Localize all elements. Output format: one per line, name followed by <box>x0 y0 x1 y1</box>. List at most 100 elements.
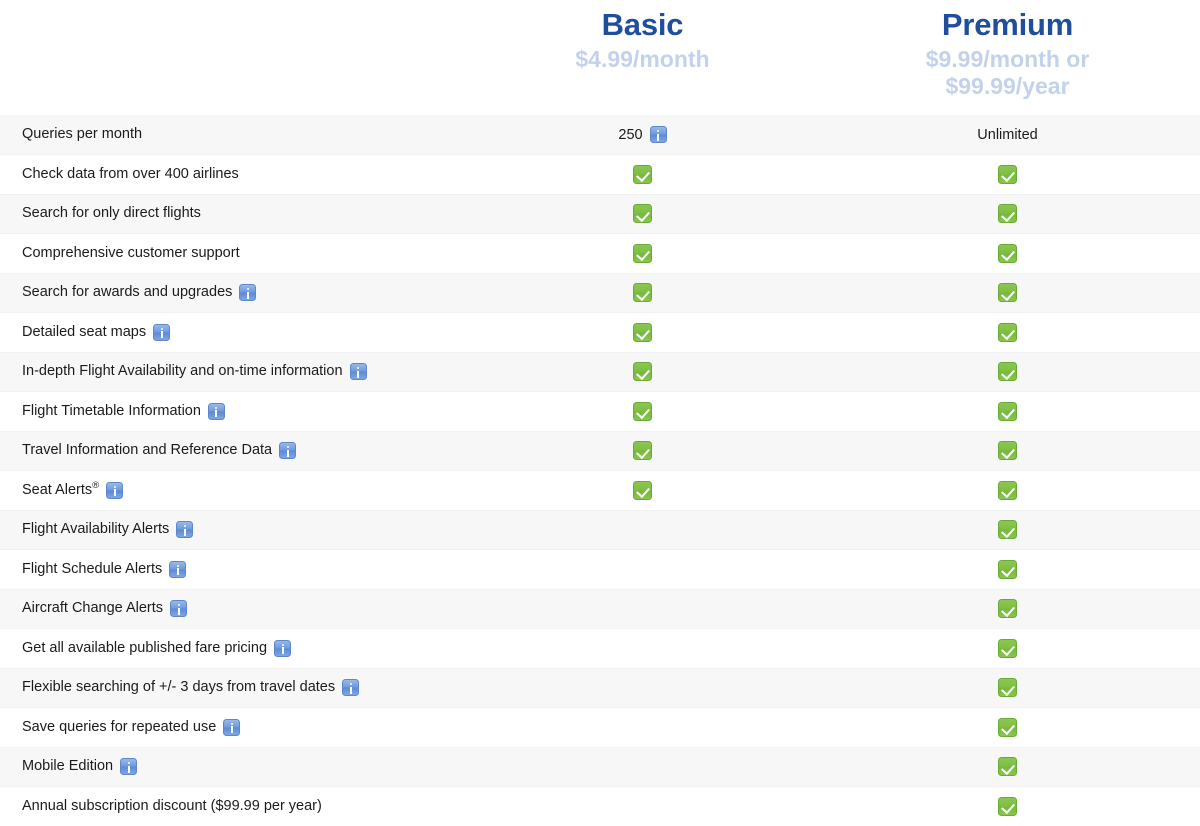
info-icon[interactable] <box>350 363 367 380</box>
table-row: Aircraft Change Alerts <box>0 590 1200 630</box>
info-icon[interactable] <box>650 126 667 143</box>
table-row: Flight Availability Alerts <box>0 511 1200 551</box>
basic-plan-cell: 250 <box>470 115 815 154</box>
table-row: Flight Schedule Alerts <box>0 550 1200 590</box>
info-icon[interactable] <box>208 403 225 420</box>
table-row: Comprehensive customer support <box>0 234 1200 274</box>
table-row: Detailed seat maps <box>0 313 1200 353</box>
info-icon[interactable] <box>342 679 359 696</box>
premium-plan-cell <box>815 432 1200 471</box>
basic-plan-cell <box>470 313 815 352</box>
feature-label-cell: Annual subscription discount ($99.99 per… <box>0 798 470 815</box>
basic-plan-cell <box>470 669 815 708</box>
feature-label: In-depth Flight Availability and on-time… <box>22 363 343 380</box>
premium-plan-cell <box>815 392 1200 431</box>
feature-label-cell: Mobile Edition <box>0 758 470 775</box>
check-icon <box>633 244 652 263</box>
feature-label-cell: Flight Availability Alerts <box>0 521 470 538</box>
check-icon <box>998 599 1017 618</box>
info-icon[interactable] <box>153 324 170 341</box>
feature-label-cell: In-depth Flight Availability and on-time… <box>0 363 470 380</box>
feature-label-cell: Search for awards and upgrades <box>0 284 470 301</box>
feature-label: Queries per month <box>22 126 142 143</box>
info-icon[interactable] <box>223 719 240 736</box>
info-icon[interactable] <box>170 600 187 617</box>
check-icon <box>998 520 1017 539</box>
check-icon <box>633 441 652 460</box>
basic-plan-cell <box>470 432 815 471</box>
plan-price-premium-line1: $9.99/month or <box>815 46 1200 73</box>
table-row: Seat Alerts® <box>0 471 1200 511</box>
check-icon <box>998 204 1017 223</box>
premium-plan-cell <box>815 234 1200 273</box>
header-plan-premium: Premium $9.99/month or $99.99/year <box>815 0 1200 100</box>
check-icon <box>998 244 1017 263</box>
feature-label-cell: Search for only direct flights <box>0 205 470 222</box>
info-icon[interactable] <box>169 561 186 578</box>
registered-trademark-symbol: ® <box>92 480 99 491</box>
feature-label-cell: Check data from over 400 airlines <box>0 166 470 183</box>
premium-plan-cell <box>815 629 1200 668</box>
plan-price-premium: $9.99/month or $99.99/year <box>815 46 1200 100</box>
basic-plan-cell <box>470 748 815 787</box>
premium-plan-cell: Unlimited <box>815 115 1200 154</box>
table-row: Mobile Edition <box>0 748 1200 788</box>
plan-name-basic: Basic <box>470 8 815 43</box>
plan-price-basic: $4.99/month <box>470 46 815 73</box>
basic-plan-cell <box>470 471 815 510</box>
feature-label: Search for awards and upgrades <box>22 284 232 301</box>
check-icon <box>998 797 1017 816</box>
table-row: Search for only direct flights <box>0 195 1200 235</box>
feature-label-cell: Queries per month <box>0 126 470 143</box>
table-header: Basic $4.99/month Premium $9.99/month or… <box>0 0 1200 115</box>
basic-plan-cell <box>470 629 815 668</box>
info-icon[interactable] <box>279 442 296 459</box>
pricing-comparison-page: Basic $4.99/month Premium $9.99/month or… <box>0 0 1200 826</box>
feature-label: Mobile Edition <box>22 758 113 775</box>
feature-label: Flight Availability Alerts <box>22 521 169 538</box>
check-icon <box>633 481 652 500</box>
table-row: Save queries for repeated use <box>0 708 1200 748</box>
check-icon <box>633 165 652 184</box>
premium-plan-cell <box>815 748 1200 787</box>
plan-name-premium: Premium <box>815 8 1200 43</box>
check-icon <box>998 362 1017 381</box>
basic-plan-cell <box>470 195 815 234</box>
premium-plan-cell <box>815 155 1200 194</box>
info-icon[interactable] <box>120 758 137 775</box>
feature-label: Search for only direct flights <box>22 205 201 222</box>
feature-label-cell: Seat Alerts® <box>0 482 470 499</box>
feature-label-cell: Flexible searching of +/- 3 days from tr… <box>0 679 470 696</box>
info-icon[interactable] <box>239 284 256 301</box>
feature-label: Save queries for repeated use <box>22 719 216 736</box>
premium-plan-cell <box>815 708 1200 747</box>
header-plan-basic: Basic $4.99/month <box>470 0 815 73</box>
feature-label: Aircraft Change Alerts <box>22 600 163 617</box>
basic-plan-value: 250 <box>618 127 642 143</box>
premium-plan-cell <box>815 669 1200 708</box>
premium-plan-value: Unlimited <box>977 127 1037 143</box>
info-icon[interactable] <box>176 521 193 538</box>
feature-label: Flight Schedule Alerts <box>22 561 162 578</box>
premium-plan-cell <box>815 353 1200 392</box>
check-icon <box>998 481 1017 500</box>
check-icon <box>998 441 1017 460</box>
check-icon <box>998 165 1017 184</box>
check-icon <box>998 678 1017 697</box>
premium-plan-cell <box>815 195 1200 234</box>
check-icon <box>998 323 1017 342</box>
basic-plan-cell <box>470 590 815 629</box>
basic-plan-cell <box>470 155 815 194</box>
check-icon <box>998 283 1017 302</box>
feature-label-cell: Save queries for repeated use <box>0 719 470 736</box>
info-icon[interactable] <box>106 482 123 499</box>
table-row: Flight Timetable Information <box>0 392 1200 432</box>
feature-label-cell: Flight Schedule Alerts <box>0 561 470 578</box>
table-row: Check data from over 400 airlines <box>0 155 1200 195</box>
feature-label: Annual subscription discount ($99.99 per… <box>22 798 322 815</box>
feature-label: Comprehensive customer support <box>22 245 240 262</box>
premium-plan-cell <box>815 471 1200 510</box>
premium-plan-cell <box>815 787 1200 826</box>
basic-plan-cell <box>470 392 815 431</box>
info-icon[interactable] <box>274 640 291 657</box>
